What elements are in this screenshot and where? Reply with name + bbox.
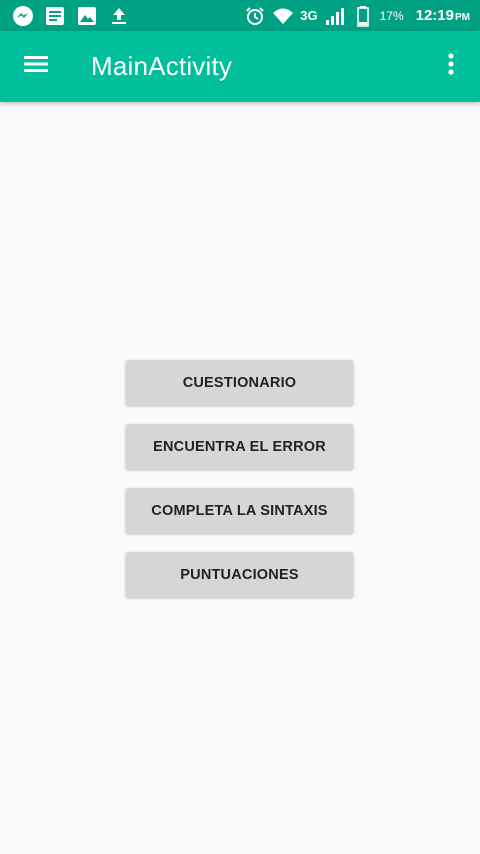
battery-percentage: 17%	[379, 8, 404, 23]
battery-icon	[352, 5, 374, 27]
puntuaciones-button[interactable]: PUNTUACIONES	[126, 552, 353, 597]
gallery-icon	[76, 5, 98, 27]
clock-time: 12:19	[415, 7, 454, 24]
signal-icon	[324, 5, 346, 27]
app-bar: MainActivity	[0, 31, 480, 102]
overflow-menu-button[interactable]	[436, 43, 466, 89]
alarm-icon	[244, 5, 266, 27]
status-bar: 3G 17% 12:19 PM	[0, 0, 480, 31]
encuentra-el-error-button[interactable]: ENCUENTRA EL ERROR	[126, 424, 353, 469]
clock-ampm: PM	[455, 12, 470, 23]
more-vertical-icon	[447, 52, 455, 81]
notes-icon	[44, 5, 66, 27]
main-buttons: CUESTIONARIO ENCUENTRA EL ERROR COMPLETA…	[126, 360, 353, 616]
wifi-icon	[272, 5, 294, 27]
hamburger-menu-icon	[23, 54, 49, 79]
completa-la-sintaxis-button[interactable]: COMPLETA LA SINTAXIS	[126, 488, 353, 533]
messenger-icon	[12, 5, 34, 27]
page-title: MainActivity	[91, 51, 233, 81]
upload-icon	[108, 5, 130, 27]
network-type: 3G	[300, 8, 318, 23]
menu-button[interactable]	[13, 43, 59, 89]
cuestionario-button[interactable]: CUESTIONARIO	[126, 360, 353, 405]
